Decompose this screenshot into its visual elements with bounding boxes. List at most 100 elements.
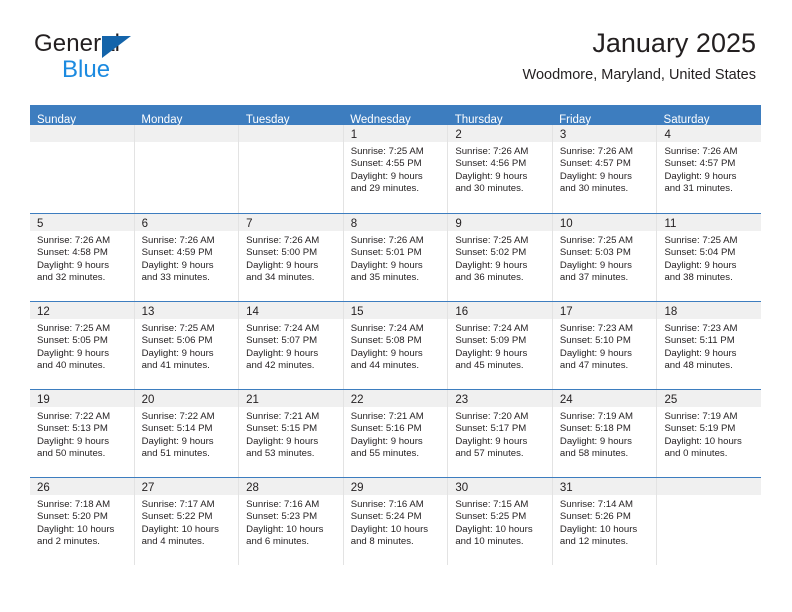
day-number: 27 <box>141 482 155 494</box>
day-cell[interactable]: 30 Sunrise: 7:15 AM Sunset: 5:25 PM Dayl… <box>448 478 553 565</box>
day-cell[interactable]: 19 Sunrise: 7:22 AM Sunset: 5:13 PM Dayl… <box>30 390 135 477</box>
daylight-text-line1: Daylight: 10 hours <box>141 523 219 535</box>
day-cell[interactable]: 7 Sunrise: 7:26 AM Sunset: 5:00 PM Dayli… <box>239 214 344 301</box>
day-number: 1 <box>350 129 358 141</box>
day-cell[interactable]: 26 Sunrise: 7:18 AM Sunset: 5:20 PM Dayl… <box>30 478 135 565</box>
day-number-band: 28 <box>239 478 343 495</box>
weekday-header-row: Sunday Monday Tuesday Wednesday Thursday… <box>30 105 761 125</box>
day-number: 21 <box>246 394 259 406</box>
day-cell[interactable]: 10 Sunrise: 7:25 AM Sunset: 5:03 PM Dayl… <box>552 214 658 301</box>
sunset-text: Sunset: 4:57 PM <box>559 158 631 170</box>
day-cell[interactable]: 22 Sunrise: 7:21 AM Sunset: 5:16 PM Dayl… <box>343 390 449 477</box>
day-number-band: 10 <box>552 214 657 231</box>
day-number: 3 <box>559 129 567 141</box>
daylight-text-line1: Daylight: 9 hours <box>246 259 319 271</box>
day-details: Sunrise: 7:20 AM Sunset: 5:17 PM Dayligh… <box>448 407 552 460</box>
daylight-text-line1: Daylight: 9 hours <box>559 435 632 447</box>
sunrise-text: Sunrise: 7:20 AM <box>455 411 529 422</box>
daylight-text-line2: and 45 minutes. <box>455 359 524 371</box>
day-cell[interactable] <box>134 125 240 213</box>
daylight-text-line2: and 30 minutes. <box>559 182 629 194</box>
daylight-text-line1: Daylight: 10 hours <box>350 523 429 535</box>
day-cell[interactable] <box>657 478 762 565</box>
sunrise-text: Sunrise: 7:25 AM <box>350 146 424 157</box>
sunset-text: Sunset: 4:59 PM <box>141 247 213 259</box>
daylight-text-line1: Daylight: 9 hours <box>141 259 214 271</box>
day-cell[interactable]: 9 Sunrise: 7:25 AM Sunset: 5:02 PM Dayli… <box>448 214 553 301</box>
day-number: 10 <box>559 218 573 230</box>
day-cell[interactable] <box>239 125 344 213</box>
sunrise-text: Sunrise: 7:21 AM <box>246 411 320 422</box>
daylight-text-line2: and 34 minutes. <box>246 271 315 283</box>
sunrise-text: Sunrise: 7:23 AM <box>559 323 633 334</box>
weekday-header-friday: Friday <box>559 114 592 125</box>
day-number-band: 2 <box>448 125 552 142</box>
sunrise-text: Sunrise: 7:26 AM <box>37 235 111 246</box>
day-cell[interactable]: 20 Sunrise: 7:22 AM Sunset: 5:14 PM Dayl… <box>134 390 240 477</box>
sunset-text: Sunset: 5:01 PM <box>350 247 422 259</box>
daylight-text-line2: and 0 minutes. <box>664 447 728 459</box>
daylight-text-line1: Daylight: 9 hours <box>455 170 528 182</box>
day-cell[interactable] <box>30 125 135 213</box>
sunrise-text: Sunrise: 7:18 AM <box>37 499 111 510</box>
day-cell[interactable]: 29 Sunrise: 7:16 AM Sunset: 5:24 PM Dayl… <box>343 478 449 565</box>
day-cell[interactable]: 5 Sunrise: 7:26 AM Sunset: 4:58 PM Dayli… <box>30 214 135 301</box>
day-cell[interactable]: 6 Sunrise: 7:26 AM Sunset: 4:59 PM Dayli… <box>134 214 240 301</box>
day-cell[interactable]: 23 Sunrise: 7:20 AM Sunset: 5:17 PM Dayl… <box>448 390 553 477</box>
day-cell[interactable]: 8 Sunrise: 7:26 AM Sunset: 5:01 PM Dayli… <box>343 214 449 301</box>
sunset-text: Sunset: 5:20 PM <box>37 511 108 523</box>
logo-text-blue: Blue <box>62 56 111 83</box>
sunset-text: Sunset: 5:22 PM <box>141 511 213 523</box>
sunset-text: Sunset: 5:10 PM <box>559 335 631 347</box>
sunset-text: Sunset: 5:16 PM <box>350 423 422 435</box>
daylight-text-line1: Daylight: 9 hours <box>350 435 423 447</box>
day-cell[interactable]: 18 Sunrise: 7:23 AM Sunset: 5:11 PM Dayl… <box>657 302 762 389</box>
day-cell[interactable]: 28 Sunrise: 7:16 AM Sunset: 5:23 PM Dayl… <box>239 478 344 565</box>
day-number: 9 <box>455 218 462 230</box>
sunrise-text: Sunrise: 7:26 AM <box>246 235 320 246</box>
daylight-text-line1: Daylight: 9 hours <box>141 435 214 447</box>
day-cell[interactable]: 27 Sunrise: 7:17 AM Sunset: 5:22 PM Dayl… <box>134 478 240 565</box>
daylight-text-line1: Daylight: 10 hours <box>37 523 115 535</box>
day-cell[interactable]: 13 Sunrise: 7:25 AM Sunset: 5:06 PM Dayl… <box>134 302 240 389</box>
day-details: Sunrise: 7:17 AM Sunset: 5:22 PM Dayligh… <box>135 495 239 548</box>
day-cell[interactable]: 11 Sunrise: 7:25 AM Sunset: 5:04 PM Dayl… <box>657 214 762 301</box>
day-number: 29 <box>350 482 364 494</box>
day-cell[interactable]: 31 Sunrise: 7:14 AM Sunset: 5:26 PM Dayl… <box>552 478 658 565</box>
day-cell[interactable]: 15 Sunrise: 7:24 AM Sunset: 5:08 PM Dayl… <box>343 302 449 389</box>
day-details: Sunrise: 7:25 AM Sunset: 5:06 PM Dayligh… <box>135 319 239 372</box>
day-number-band: 9 <box>448 214 552 231</box>
sunrise-text: Sunrise: 7:16 AM <box>350 499 424 510</box>
day-number-band <box>657 478 762 495</box>
day-cell[interactable]: 24 Sunrise: 7:19 AM Sunset: 5:18 PM Dayl… <box>552 390 658 477</box>
day-cell[interactable]: 3 Sunrise: 7:26 AM Sunset: 4:57 PM Dayli… <box>552 125 658 213</box>
daylight-text-line1: Daylight: 9 hours <box>664 347 737 359</box>
day-details: Sunrise: 7:26 AM Sunset: 4:57 PM Dayligh… <box>657 142 761 195</box>
day-number: 6 <box>141 218 148 230</box>
sunrise-text: Sunrise: 7:24 AM <box>246 323 320 334</box>
daylight-text-line2: and 6 minutes. <box>246 535 310 547</box>
day-cell[interactable]: 25 Sunrise: 7:19 AM Sunset: 5:19 PM Dayl… <box>657 390 762 477</box>
sunrise-text: Sunrise: 7:25 AM <box>559 235 633 246</box>
day-number: 22 <box>350 394 364 406</box>
day-details: Sunrise: 7:21 AM Sunset: 5:15 PM Dayligh… <box>239 407 343 460</box>
weekday-header-wednesday: Wednesday <box>350 114 411 125</box>
daylight-text-line1: Daylight: 9 hours <box>559 170 632 182</box>
day-cell[interactable]: 1 Sunrise: 7:25 AM Sunset: 4:55 PM Dayli… <box>343 125 449 213</box>
daylight-text-line2: and 48 minutes. <box>664 359 733 371</box>
day-number-band: 11 <box>657 214 762 231</box>
day-number-band: 7 <box>239 214 343 231</box>
day-number: 7 <box>246 218 253 230</box>
daylight-text-line1: Daylight: 9 hours <box>246 435 319 447</box>
day-cell[interactable]: 14 Sunrise: 7:24 AM Sunset: 5:07 PM Dayl… <box>239 302 344 389</box>
daylight-text-line2: and 30 minutes. <box>455 182 524 194</box>
day-cell[interactable]: 4 Sunrise: 7:26 AM Sunset: 4:57 PM Dayli… <box>657 125 762 213</box>
day-cell[interactable]: 12 Sunrise: 7:25 AM Sunset: 5:05 PM Dayl… <box>30 302 135 389</box>
day-cell[interactable]: 21 Sunrise: 7:21 AM Sunset: 5:15 PM Dayl… <box>239 390 344 477</box>
day-number-band: 24 <box>552 390 657 407</box>
day-cell[interactable]: 2 Sunrise: 7:26 AM Sunset: 4:56 PM Dayli… <box>448 125 553 213</box>
sunset-text: Sunset: 5:25 PM <box>455 511 527 523</box>
daylight-text-line2: and 33 minutes. <box>141 271 210 283</box>
day-cell[interactable]: 16 Sunrise: 7:24 AM Sunset: 5:09 PM Dayl… <box>448 302 553 389</box>
day-cell[interactable]: 17 Sunrise: 7:23 AM Sunset: 5:10 PM Dayl… <box>552 302 658 389</box>
